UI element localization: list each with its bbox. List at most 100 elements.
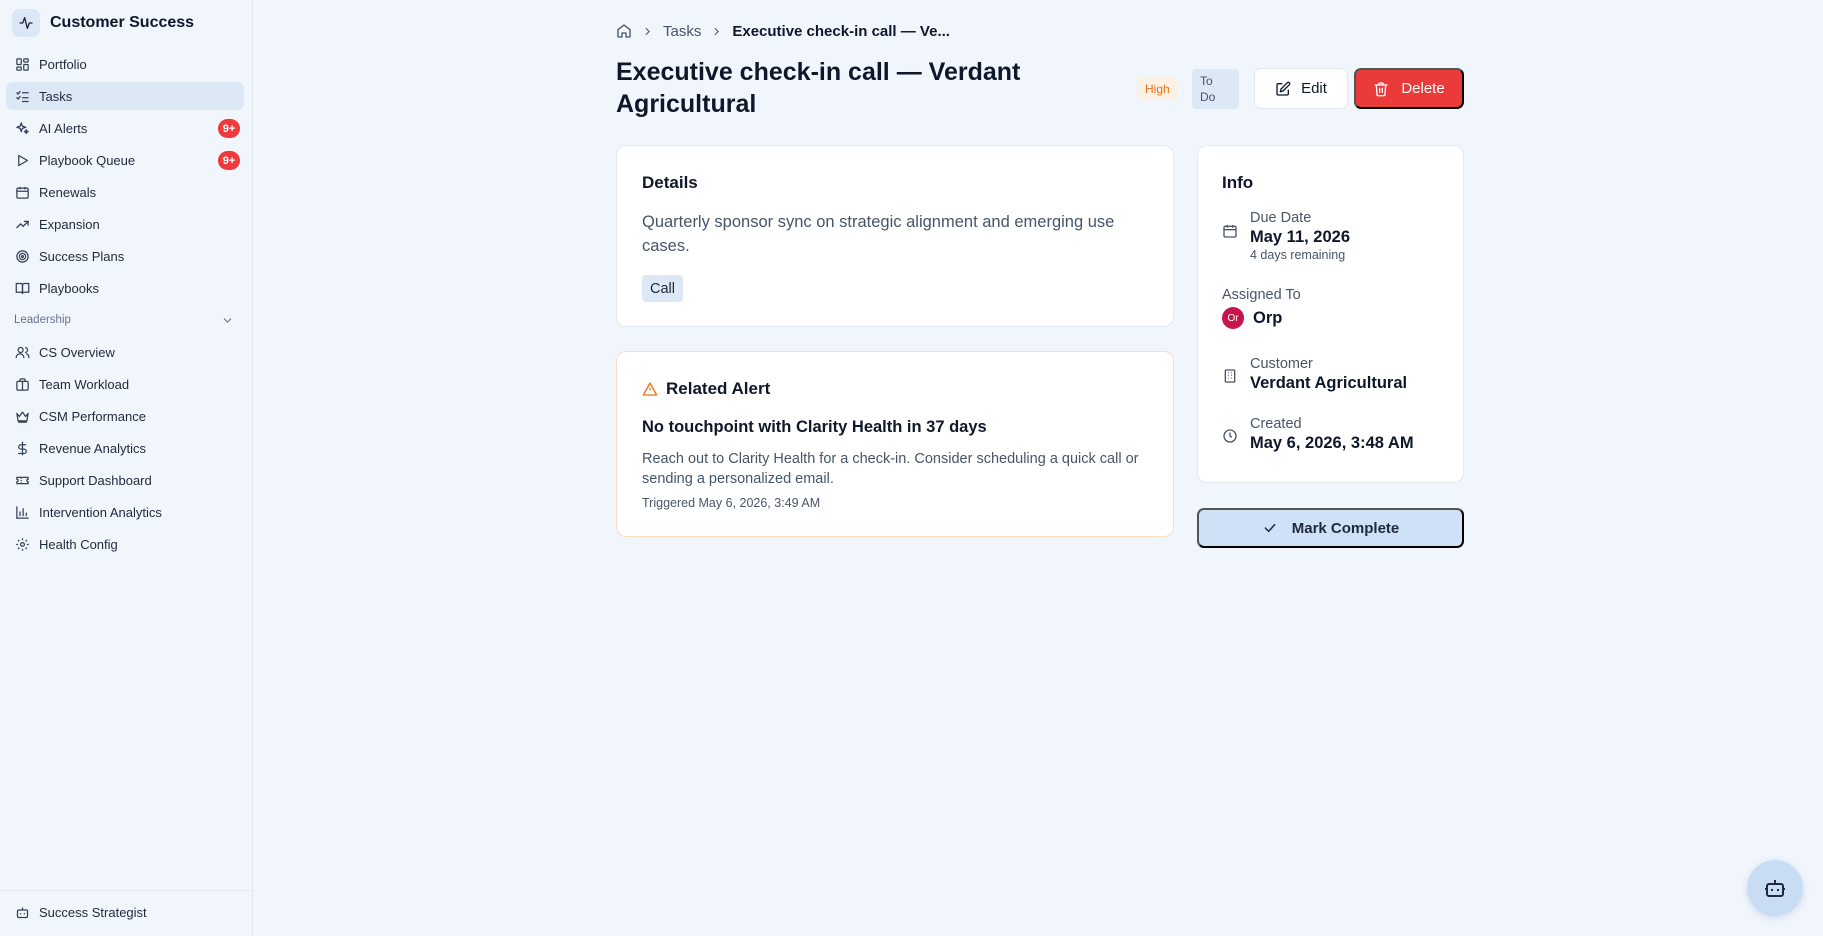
sidebar-item-revenue-analytics[interactable]: Revenue Analytics xyxy=(6,434,244,462)
mark-complete-button[interactable]: Mark Complete xyxy=(1197,508,1464,548)
bot-icon xyxy=(16,907,29,918)
gear-icon xyxy=(16,537,29,551)
brand-name: Customer Success xyxy=(50,14,195,31)
info-card: Info Due Date May 11, 2026 4 days remain… xyxy=(1197,145,1464,483)
created-label: Created xyxy=(1250,416,1302,432)
alert-description: Reach out to Clarity Health for a check-… xyxy=(642,451,1139,487)
task-description: Quarterly sponsor sync on strategic alig… xyxy=(642,213,1115,255)
sidebar-item-label: Revenue Analytics xyxy=(39,440,146,456)
calendar-icon xyxy=(1223,225,1237,238)
crown-icon xyxy=(16,411,29,423)
sidebar-item-label: Success Strategist xyxy=(39,904,147,920)
delete-button[interactable]: Delete xyxy=(1354,68,1464,109)
leadership-section-toggle[interactable]: Leadership xyxy=(6,306,244,334)
sidebar-footer: Success Strategist xyxy=(0,890,253,936)
sidebar-item-label: Health Config xyxy=(39,536,118,552)
related-alert-header: Related Alert xyxy=(642,379,770,399)
sidebar-item-intervention-analytics[interactable]: Intervention Analytics xyxy=(6,498,244,526)
users-icon xyxy=(15,346,30,358)
sidebar-item-label: AI Alerts xyxy=(39,120,88,136)
sidebar-item-team-workload[interactable]: Team Workload xyxy=(6,370,244,398)
details-title: Details xyxy=(642,173,698,192)
sidebar-item-label: Playbook Queue xyxy=(39,152,136,168)
sidebar-item-label: Support Dashboard xyxy=(39,472,152,488)
customer-row: Customer Verdant Agricultural xyxy=(1222,356,1442,393)
building-icon xyxy=(1224,369,1236,383)
section-label: Leadership xyxy=(14,314,71,326)
sidebar-item-expansion[interactable]: Expansion xyxy=(6,210,244,238)
ticket-icon xyxy=(16,476,29,484)
chevron-right-icon xyxy=(714,27,720,35)
edit-icon xyxy=(1276,81,1291,96)
created-value: May 6, 2026, 3:48 AM xyxy=(1250,434,1414,452)
sidebar-item-csm-performance[interactable]: CSM Performance xyxy=(6,402,244,430)
details-card: Details Quarterly sponsor sync on strate… xyxy=(616,145,1174,327)
sidebar-item-label: Playbooks xyxy=(39,280,99,296)
customer-value[interactable]: Verdant Agricultural xyxy=(1250,374,1442,393)
task-type-tag: Call xyxy=(642,275,683,302)
breadcrumb-tasks-link[interactable]: Tasks xyxy=(663,23,701,40)
breadcrumb-current: Executive check-in call — Ve... xyxy=(732,22,950,40)
sidebar-item-support-dashboard[interactable]: Support Dashboard xyxy=(6,466,244,494)
sidebar-item-label: Expansion xyxy=(39,216,100,232)
sidebar-item-label: CSM Performance xyxy=(39,408,146,424)
assignee-name[interactable]: Orp xyxy=(1253,309,1282,328)
avatar: Or xyxy=(1222,307,1244,329)
bar-chart-icon xyxy=(16,505,29,519)
clock-icon xyxy=(1223,429,1237,443)
sidebar-item-playbook-queue[interactable]: Playbook Queue 9+ xyxy=(6,146,244,174)
assistant-button[interactable] xyxy=(1747,860,1803,916)
sidebar: Customer Success Portfolio Tasks AI Aler… xyxy=(0,0,253,936)
sidebar-item-renewals[interactable]: Renewals xyxy=(6,178,244,206)
target-icon xyxy=(16,249,29,263)
sidebar-item-health-config[interactable]: Health Config xyxy=(6,530,244,558)
sidebar-item-label: Success Plans xyxy=(39,248,125,264)
alert-title: No touchpoint with Clarity Health in 37 … xyxy=(642,418,987,436)
edit-label: Edit xyxy=(1301,80,1327,97)
alert-triggered-time: Triggered May 6, 2026, 3:49 AM xyxy=(642,496,821,510)
book-icon xyxy=(15,282,30,294)
dollar-icon xyxy=(18,441,27,455)
due-date-row: Due Date May 11, 2026 4 days remaining xyxy=(1222,210,1442,262)
calendar-icon xyxy=(16,186,29,199)
delete-label: Delete xyxy=(1401,80,1445,97)
chevron-right-icon xyxy=(645,27,650,35)
chevron-down-icon xyxy=(223,317,232,323)
customer-label: Customer xyxy=(1250,356,1313,372)
list-checks-icon xyxy=(16,90,29,102)
activity-icon xyxy=(12,9,40,37)
main-nav: Portfolio Tasks AI Alerts 9+ Playbook Qu… xyxy=(6,50,244,562)
sidebar-item-label: CS Overview xyxy=(39,344,115,360)
warning-icon xyxy=(642,382,658,396)
status-badge: To Do xyxy=(1192,69,1239,109)
related-alert-card[interactable]: Related Alert No touchpoint with Clarity… xyxy=(616,351,1174,537)
priority-badge: High xyxy=(1137,77,1178,100)
bot-icon xyxy=(1765,880,1785,897)
sidebar-item-tasks[interactable]: Tasks xyxy=(6,82,244,110)
sidebar-item-success-plans[interactable]: Success Plans xyxy=(6,242,244,270)
sidebar-item-playbooks[interactable]: Playbooks xyxy=(6,274,244,302)
briefcase-icon xyxy=(16,377,29,391)
sidebar-item-ai-alerts[interactable]: AI Alerts 9+ xyxy=(6,114,244,142)
assigned-row: Assigned To Or Orp xyxy=(1222,287,1442,329)
sparkles-icon xyxy=(16,121,29,134)
page-title: Executive check-in call — Verdant Agricu… xyxy=(616,58,1021,118)
assigned-label: Assigned To xyxy=(1222,287,1301,303)
check-icon xyxy=(1264,523,1276,533)
due-date-remaining: 4 days remaining xyxy=(1250,248,1346,262)
mark-complete-label: Mark Complete xyxy=(1291,519,1400,537)
brand[interactable]: Customer Success xyxy=(12,8,194,38)
breadcrumb: Tasks Executive check-in call — Ve... xyxy=(616,20,950,42)
edit-button[interactable]: Edit xyxy=(1254,68,1348,109)
main-content: Tasks Executive check-in call — Ve... Ex… xyxy=(254,0,1823,936)
sidebar-item-label: Renewals xyxy=(39,184,97,200)
trash-icon xyxy=(1374,81,1388,96)
sidebar-item-success-strategist[interactable]: Success Strategist xyxy=(6,898,244,926)
sidebar-item-label: Team Workload xyxy=(39,376,130,392)
created-row: Created May 6, 2026, 3:48 AM xyxy=(1222,416,1442,453)
sidebar-item-cs-overview[interactable]: CS Overview xyxy=(6,338,244,366)
sidebar-item-portfolio[interactable]: Portfolio xyxy=(6,50,244,78)
home-icon[interactable] xyxy=(616,23,632,39)
sidebar-item-label: Intervention Analytics xyxy=(39,504,162,520)
sidebar-item-label: Portfolio xyxy=(39,56,87,72)
